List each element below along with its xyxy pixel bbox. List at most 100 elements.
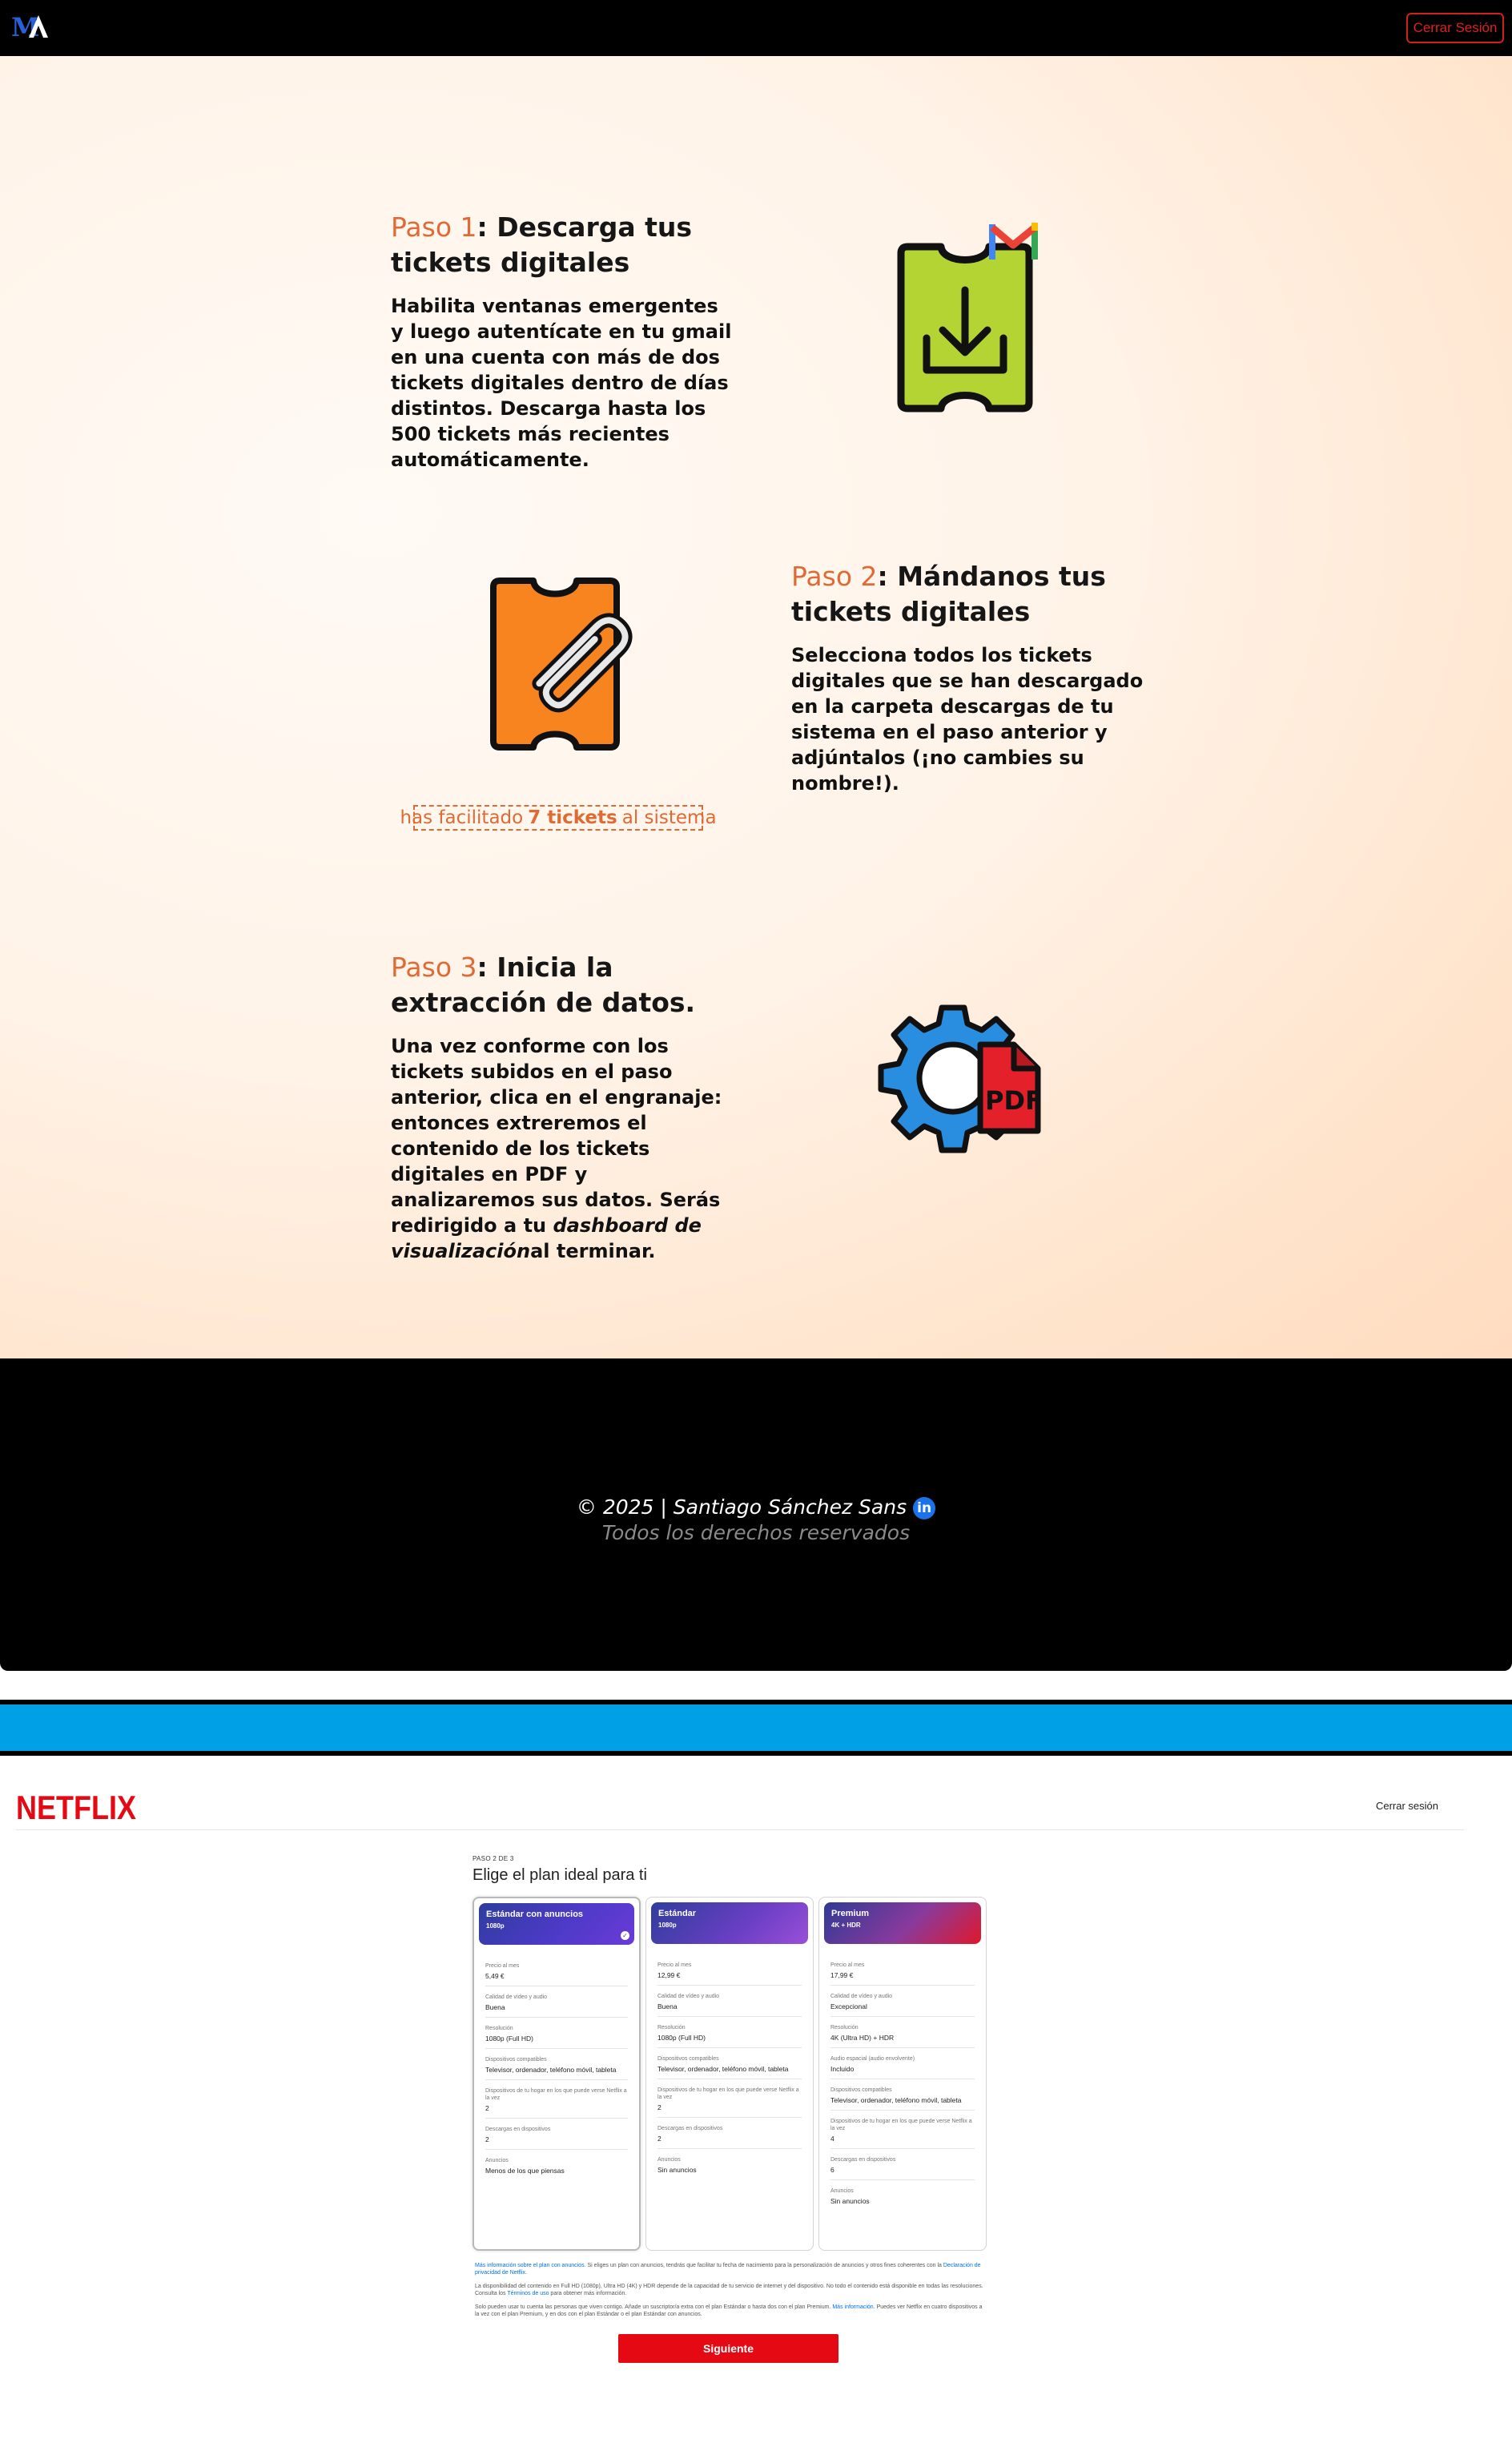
feature-label: Dispositivos de tu hogar en los que pued… — [830, 2119, 972, 2131]
ads-info-link[interactable]: Más información sobre el plan con anunci… — [475, 2263, 586, 2268]
netflix-logout-link[interactable]: Cerrar sesión — [1376, 1800, 1438, 1812]
logout-button[interactable]: Cerrar Sesión — [1406, 13, 1504, 43]
footer-rights: Todos los derechos reservados — [601, 1521, 911, 1544]
feature-label: Precio al mes — [485, 1963, 520, 1969]
next-button[interactable]: Siguiente — [618, 2334, 838, 2363]
feature-row: Descargas en dispositivos 2 — [657, 2122, 802, 2149]
ads-info-text: Más información sobre el plan con anunci… — [475, 2262, 984, 2276]
feature-row: Calidad de vídeo y audio Buena — [657, 1990, 802, 2017]
copyright-text: © 2025 | Santiago Sánchez Sans — [576, 1495, 907, 1519]
linkedin-icon[interactable]: in — [913, 1497, 936, 1519]
instructions-section — [0, 56, 1512, 1358]
feature-label: Anuncios — [830, 2188, 854, 2194]
feature-value: Sin anuncios — [657, 2166, 697, 2174]
plan-card-standard-ads[interactable]: Estándar con anuncios 1080p ✓ Precio al … — [472, 1897, 641, 2251]
feature-row: Resolución 1080p (Full HD) — [485, 2022, 628, 2049]
feature-value: Buena — [657, 2002, 678, 2010]
plan-header: Estándar 1080p — [651, 1902, 808, 1944]
step-indicator: PASO 2 DE 3 — [472, 1855, 514, 1862]
feature-value: Menos de los que piensas — [485, 2167, 565, 2175]
feature-label: Descargas en dispositivos — [485, 2127, 551, 2132]
feature-label: Resolución — [830, 2025, 859, 2030]
feature-value: Televisor, ordenador, teléfono móvil, ta… — [657, 2065, 789, 2073]
ticket-download-icon[interactable] — [885, 218, 1045, 418]
plan-name: Estándar — [658, 1909, 697, 1918]
netflix-logo[interactable]: NETFLIX — [16, 1789, 136, 1827]
feature-value: 4K (Ultra HD) + HDR — [830, 2034, 895, 2042]
feature-label: Dispositivos compatibles — [830, 2087, 892, 2093]
feature-label: Precio al mes — [657, 1962, 692, 1968]
feature-row: Calidad de vídeo y audio Buena — [485, 1990, 628, 2018]
feature-row: Resolución 4K (Ultra HD) + HDR — [830, 2021, 975, 2048]
feature-value: 2 — [657, 2103, 662, 2111]
feature-row: Precio al mes 12,99 € — [657, 1958, 802, 1986]
plan-features: Precio al mes 17,99 € Calidad de vídeo y … — [830, 1958, 975, 2215]
plan-name: Premium — [831, 1909, 870, 1918]
feature-label: Dispositivos de tu hogar en los que pued… — [485, 2088, 627, 2101]
feature-value: Incluido — [830, 2065, 855, 2073]
feature-row: Dispositivos de tu hogar en los que pued… — [830, 2115, 975, 2149]
terms-link[interactable]: Términos de uso — [507, 2291, 549, 2296]
feature-label: Dispositivos de tu hogar en los que pued… — [657, 2087, 799, 2100]
step-1-title: Paso 1: Descarga tus tickets digitales — [391, 210, 727, 280]
plan-card-standard[interactable]: Estándar 1080p Precio al mes 12,99 € Cali… — [645, 1897, 814, 2251]
feature-row: Precio al mes 5,49 € — [485, 1959, 628, 1986]
plan-card-premium[interactable]: Premium 4K + HDR Precio al mes 17,99 € Ca… — [818, 1897, 987, 2251]
feature-row: Anuncios Sin anuncios — [830, 2184, 975, 2211]
feature-label: Audio espacial (audio envolvente) — [830, 2056, 915, 2062]
gear-pdf-icon[interactable]: PDF — [873, 1001, 1049, 1161]
feature-value: 4 — [830, 2135, 834, 2143]
upload-status-prefix: has facilitado — [400, 807, 524, 828]
feature-label: Descargas en dispositivos — [830, 2157, 896, 2163]
feature-value: Televisor, ordenador, teléfono móvil, ta… — [830, 2096, 962, 2104]
feature-row: Descargas en dispositivos 6 — [830, 2153, 975, 2180]
feature-label: Calidad de vídeo y audio — [657, 1994, 720, 1999]
feature-label: Descargas en dispositivos — [657, 2126, 723, 2131]
pdf-label: PDF — [985, 1085, 1043, 1116]
feature-label: Anuncios — [485, 2158, 509, 2163]
feature-value: 5,49 € — [485, 1972, 505, 1980]
step-3-text-before: Una vez conforme con los tickets subidos… — [391, 1035, 722, 1237]
household-info-text: Solo pueden usar tu cuenta las personas … — [475, 2304, 984, 2318]
blue-band — [0, 1704, 1512, 1751]
feature-label: Dispositivos compatibles — [657, 2056, 719, 2062]
step-3-text-after: al terminar. — [530, 1240, 656, 1262]
plan-name: Estándar con anuncios — [486, 1910, 584, 1919]
feature-row: Descargas en dispositivos 2 — [485, 2123, 628, 2150]
feature-value: 17,99 € — [830, 1971, 854, 1979]
feature-label: Dispositivos compatibles — [485, 2057, 547, 2063]
footer-copyright: © 2025 | Santiago Sánchez Sans in — [0, 1495, 1512, 1520]
feature-row: Resolución 1080p (Full HD) — [657, 2021, 802, 2048]
feature-value: 1080p (Full HD) — [657, 2034, 706, 2042]
step-3-title: Paso 3: Inicia la extracción de datos. — [391, 950, 727, 1020]
feature-row: Anuncios Sin anuncios — [657, 2153, 802, 2179]
feature-row: Dispositivos de tu hogar en los que pued… — [485, 2084, 628, 2119]
plan-header: Estándar con anuncios 1080p ✓ — [479, 1903, 634, 1945]
step-2-description: Selecciona todos los tickets digitales q… — [791, 644, 1144, 795]
feature-label: Anuncios — [657, 2157, 681, 2163]
more-info-link[interactable]: Más información — [832, 2304, 873, 2310]
ticket-paperclip-icon[interactable] — [482, 573, 642, 757]
feature-label: Calidad de vídeo y audio — [485, 1994, 548, 2000]
step-2-number: Paso 2 — [791, 561, 878, 592]
feature-label: Precio al mes — [830, 1962, 865, 1968]
plan-heading: Elige el plan ideal para ti — [472, 1866, 647, 1884]
step-3-number: Paso 3 — [391, 952, 477, 983]
feature-value: 2 — [657, 2135, 662, 2143]
feature-row: Dispositivos de tu hogar en los que pued… — [657, 2083, 802, 2118]
step-1-number: Paso 1 — [391, 211, 477, 243]
plan-header: Premium 4K + HDR — [824, 1902, 981, 1944]
feature-row: Dispositivos compatibles Televisor, orden… — [657, 2052, 802, 2079]
app-logo[interactable]: M — [10, 11, 50, 40]
feature-value: Buena — [485, 2003, 505, 2011]
feature-value: Televisor, ordenador, teléfono móvil, ta… — [485, 2066, 617, 2074]
resolution-info-text: La disponibilidad del contenido en Full … — [475, 2283, 984, 2297]
upload-status-count: 7 tickets — [528, 807, 617, 828]
feature-value: Sin anuncios — [830, 2197, 870, 2205]
divider-bottom — [0, 1751, 1512, 1756]
plan-resolution-badge: 4K + HDR — [831, 1922, 861, 1929]
feature-row: Anuncios Menos de los que piensas — [485, 2154, 628, 2180]
upload-status-suffix: al sistema — [621, 807, 717, 828]
feature-label: Calidad de vídeo y audio — [830, 1994, 893, 1999]
plan-resolution-badge: 1080p — [658, 1922, 677, 1929]
